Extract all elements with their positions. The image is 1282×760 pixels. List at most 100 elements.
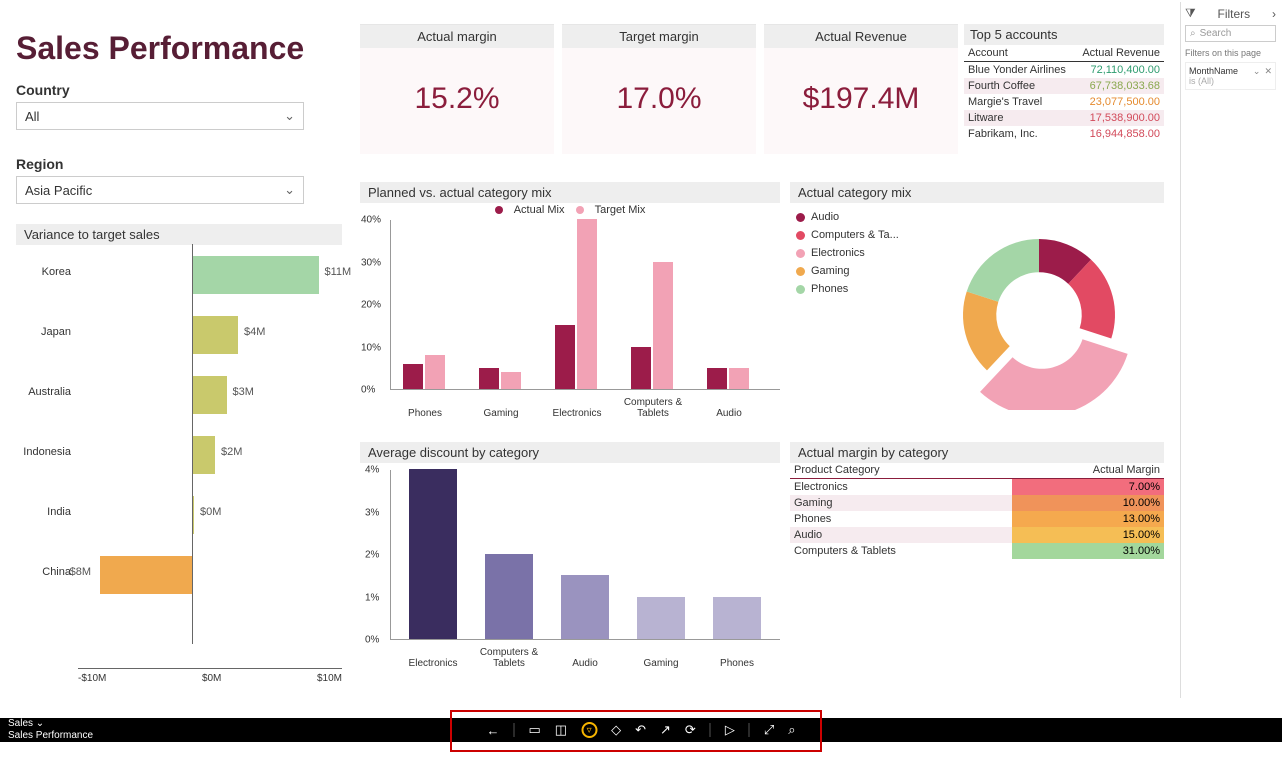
bar[interactable] xyxy=(485,554,533,639)
margin-by-category-table[interactable]: Product Category Actual Margin Electroni… xyxy=(790,460,1164,600)
country-value: All xyxy=(25,109,39,124)
bar xyxy=(192,316,238,354)
filters-section-label: Filters on this page xyxy=(1185,48,1276,58)
bar[interactable] xyxy=(409,469,457,639)
kpi-actual-revenue[interactable]: Actual Revenue $197.4M xyxy=(764,24,958,154)
chart-legend: Actual Mix Target Mix xyxy=(360,204,780,216)
undo-icon[interactable]: ↶ xyxy=(635,722,646,738)
bottom-toolbar: Sales ⌄ Sales Performance ← ▭ ◫ ▿ ◇ ↶ ↗ … xyxy=(0,718,1282,742)
bar-value: $11M xyxy=(325,266,352,278)
chevron-right-icon[interactable]: › xyxy=(1272,7,1276,21)
plot-area: 0%10%20%30%40%PhonesGamingElectronicsCom… xyxy=(390,220,780,390)
avg-discount-chart[interactable]: 0%1%2%3%4%ElectronicsComputers & Tablets… xyxy=(360,460,780,684)
filter-card-name: MonthName xyxy=(1189,66,1238,76)
breadcrumb-root[interactable]: Sales xyxy=(8,718,33,729)
bar-label: Indonesia xyxy=(16,446,71,458)
bar xyxy=(501,372,521,389)
filter-card-monthname[interactable]: MonthName is (All) ⌄ ✕ xyxy=(1185,62,1276,90)
kpi-actual-margin[interactable]: Actual margin 15.2% xyxy=(360,24,554,154)
panel-title-variance: Variance to target sales xyxy=(16,224,342,245)
bar-value: -$8M xyxy=(66,566,91,578)
region-dropdown[interactable]: Asia Pacific ⌄ xyxy=(16,176,304,204)
table-row[interactable]: Gaming10.00% xyxy=(790,495,1164,511)
bar-label: Australia xyxy=(16,386,71,398)
col-category[interactable]: Product Category xyxy=(790,462,1012,479)
donut-slice[interactable] xyxy=(967,239,1039,302)
x-tick-label: Audio xyxy=(549,658,621,669)
bar[interactable] xyxy=(713,597,761,640)
x-tick-label: Electronics xyxy=(397,658,469,669)
breadcrumb-page: Sales Performance xyxy=(8,730,93,742)
search-icon: ⌕ xyxy=(1190,28,1196,39)
bar xyxy=(653,262,673,390)
donut-slice[interactable] xyxy=(963,292,1010,371)
bar[interactable] xyxy=(561,575,609,639)
bar-row[interactable]: Indonesia $2M xyxy=(16,424,342,484)
top-accounts-table[interactable]: Top 5 accounts Account Actual Revenue Bl… xyxy=(964,24,1164,154)
table-row[interactable]: Electronics7.00% xyxy=(790,479,1164,496)
table-row[interactable]: Phones13.00% xyxy=(790,511,1164,527)
legend-target: Target Mix xyxy=(595,204,646,216)
table-row[interactable]: Margie's Travel23,077,500.00 xyxy=(964,94,1164,110)
zoom-icon[interactable]: ⌕ xyxy=(788,722,795,738)
bar-label: China xyxy=(16,566,71,578)
play-icon[interactable]: ▷ xyxy=(725,722,735,738)
table-row[interactable]: Computers & Tablets31.00% xyxy=(790,543,1164,559)
legend-item[interactable]: Audio xyxy=(796,208,899,226)
selection-icon[interactable]: ▿ xyxy=(581,722,597,738)
bar[interactable] xyxy=(637,597,685,640)
chart-legend: AudioComputers & Ta...ElectronicsGamingP… xyxy=(796,208,899,298)
table-row[interactable]: Audio15.00% xyxy=(790,527,1164,543)
legend-item[interactable]: Phones xyxy=(796,280,899,298)
bar-value: $0M xyxy=(200,506,221,518)
legend-dot-actual xyxy=(495,206,503,214)
legend-item[interactable]: Gaming xyxy=(796,262,899,280)
bar-row[interactable]: India$0M xyxy=(16,484,342,544)
bar-row[interactable]: China-$8M xyxy=(16,544,342,604)
bar-row[interactable]: Australia $3M xyxy=(16,364,342,424)
bar-row[interactable]: Korea$11M xyxy=(16,244,342,304)
bar-row[interactable]: Japan$4M xyxy=(16,304,342,364)
eraser-icon[interactable]: ◇ xyxy=(611,722,621,738)
table-row[interactable]: Fourth Coffee67,738,033.68 xyxy=(964,78,1164,94)
legend-actual: Actual Mix xyxy=(514,204,565,216)
fullscreen-icon[interactable]: ⤢ xyxy=(764,722,774,738)
table-row[interactable]: Fabrikam, Inc.16,944,858.00 xyxy=(964,126,1164,142)
page-title: Sales Performance xyxy=(16,30,304,67)
table-row[interactable]: Blue Yonder Airlines72,110,400.00 xyxy=(964,62,1164,79)
clear-icon[interactable]: ✕ xyxy=(1264,66,1272,77)
chevron-down-icon[interactable]: ⌄ xyxy=(1253,66,1261,77)
bookmark-icon[interactable]: ◫ xyxy=(555,722,567,738)
bar xyxy=(192,436,215,474)
kpi-title: Actual Revenue xyxy=(764,25,958,48)
back-icon[interactable]: ← xyxy=(487,723,500,738)
bar-value: $2M xyxy=(221,446,242,458)
x-tick-label: Computers & Tablets xyxy=(617,397,689,419)
actual-category-mix-chart[interactable]: AudioComputers & Ta...ElectronicsGamingP… xyxy=(790,200,1164,420)
bar-value: $4M xyxy=(244,326,265,338)
x-tick-label: Phones xyxy=(389,408,461,419)
bar-value: $3M xyxy=(233,386,254,398)
country-dropdown[interactable]: All ⌄ xyxy=(16,102,304,130)
legend-item[interactable]: Computers & Ta... xyxy=(796,226,899,244)
page-icon[interactable]: ▭ xyxy=(529,722,541,738)
col-margin[interactable]: Actual Margin xyxy=(1012,462,1164,479)
col-revenue[interactable]: Actual Revenue xyxy=(1075,45,1164,62)
col-account[interactable]: Account xyxy=(964,45,1075,62)
filters-pane[interactable]: ⧩ Filters › ⌕ Search Filters on this pag… xyxy=(1180,2,1280,698)
refresh-icon[interactable]: ⟳ xyxy=(685,722,696,738)
kpi-target-margin[interactable]: Target margin 17.0% xyxy=(562,24,756,154)
bar xyxy=(555,325,575,389)
chevron-down-icon: ⌄ xyxy=(284,108,295,124)
bar xyxy=(729,368,749,389)
share-icon[interactable]: ↗ xyxy=(660,722,671,738)
kpi-value: 17.0% xyxy=(562,82,756,116)
legend-item[interactable]: Electronics xyxy=(796,244,899,262)
filter-card-value: is (All) xyxy=(1189,76,1238,86)
x-tick-label: Gaming xyxy=(465,408,537,419)
table-row[interactable]: Litware17,538,900.00 xyxy=(964,110,1164,126)
planned-vs-actual-chart[interactable]: Actual Mix Target Mix 0%10%20%30%40%Phon… xyxy=(360,200,780,430)
variance-chart[interactable]: Korea$11MJapan$4M Australia $3M Indonesia $2… xyxy=(16,244,342,684)
filters-search-input[interactable]: ⌕ Search xyxy=(1185,25,1276,42)
panel-title: Top 5 accounts xyxy=(964,24,1164,45)
